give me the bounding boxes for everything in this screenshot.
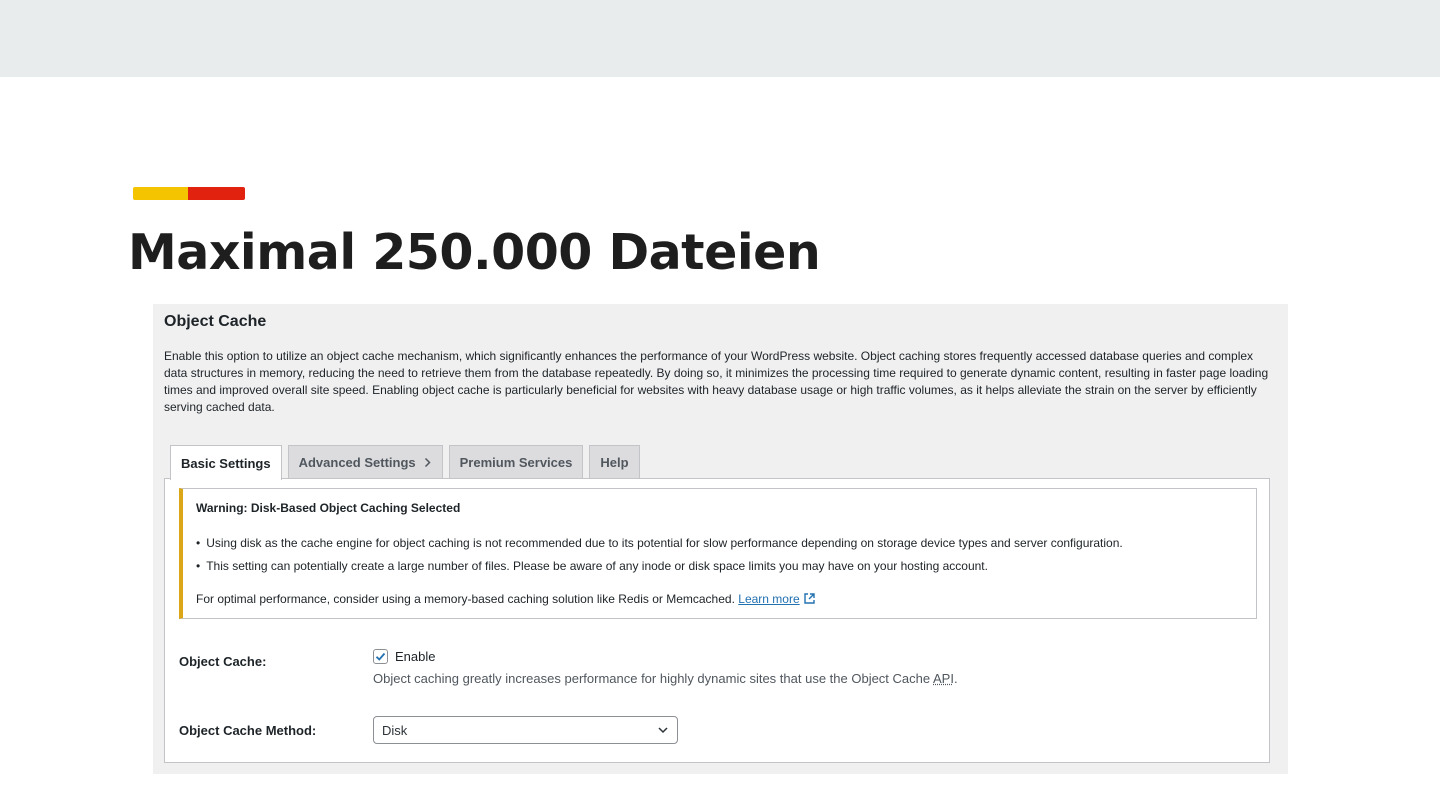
tab-content: Warning: Disk-Based Object Caching Selec…: [164, 478, 1270, 763]
title-accent-bar: [133, 187, 245, 200]
enable-checkbox[interactable]: [373, 649, 388, 664]
tab-help[interactable]: Help: [589, 445, 640, 479]
chevron-down-icon: [658, 727, 668, 734]
slide-title: Maximal 250.000 Dateien: [128, 224, 821, 281]
tab-advanced-settings[interactable]: Advanced Settings: [287, 445, 443, 479]
external-link-icon: [803, 593, 815, 604]
enable-checkbox-row[interactable]: Enable: [373, 649, 435, 664]
warning-notice: Warning: Disk-Based Object Caching Selec…: [179, 488, 1257, 619]
top-band: [0, 0, 1440, 77]
tab-basic-settings[interactable]: Basic Settings: [170, 445, 282, 480]
tab-label: Basic Settings: [181, 455, 271, 471]
list-item: Using disk as the cache engine for objec…: [196, 535, 1123, 552]
learn-more-link[interactable]: Learn more: [738, 592, 815, 606]
select-value: Disk: [382, 722, 408, 738]
notice-list: Using disk as the cache engine for objec…: [196, 535, 1123, 581]
tab-label: Premium Services: [459, 455, 573, 470]
checkmark-icon: [375, 652, 386, 661]
panel-description: Enable this option to utilize an object …: [164, 349, 1269, 414]
accent-red: [188, 187, 245, 200]
object-cache-label: Object Cache:: [179, 654, 267, 669]
notice-footer-text: For optimal performance, consider using …: [196, 592, 735, 606]
api-abbreviation: API: [933, 671, 954, 686]
notice-footer: For optimal performance, consider using …: [196, 592, 816, 606]
tab-label: Help: [600, 455, 629, 470]
object-cache-panel: Object Cache Enable this option to utili…: [153, 304, 1288, 774]
list-item: This setting can potentially create a la…: [196, 558, 1123, 575]
settings-tabs: Basic Settings Advanced Settings Premium…: [170, 445, 646, 480]
object-cache-method-select[interactable]: Disk: [373, 716, 678, 744]
enable-label: Enable: [395, 649, 436, 664]
tab-label: Advanced Settings: [298, 455, 416, 470]
object-cache-method-label: Object Cache Method:: [179, 723, 317, 738]
panel-title: Object Cache: [164, 313, 267, 330]
chevron-right-icon: [424, 457, 431, 468]
notice-title: Warning: Disk-Based Object Caching Selec…: [196, 501, 461, 515]
description-text: Object caching greatly increases perform…: [373, 671, 931, 686]
tab-premium-services[interactable]: Premium Services: [448, 445, 584, 479]
object-cache-description: Object caching greatly increases perform…: [373, 671, 958, 686]
accent-yellow: [133, 187, 188, 200]
description-period: .: [953, 671, 958, 686]
learn-more-label: Learn more: [738, 592, 800, 606]
